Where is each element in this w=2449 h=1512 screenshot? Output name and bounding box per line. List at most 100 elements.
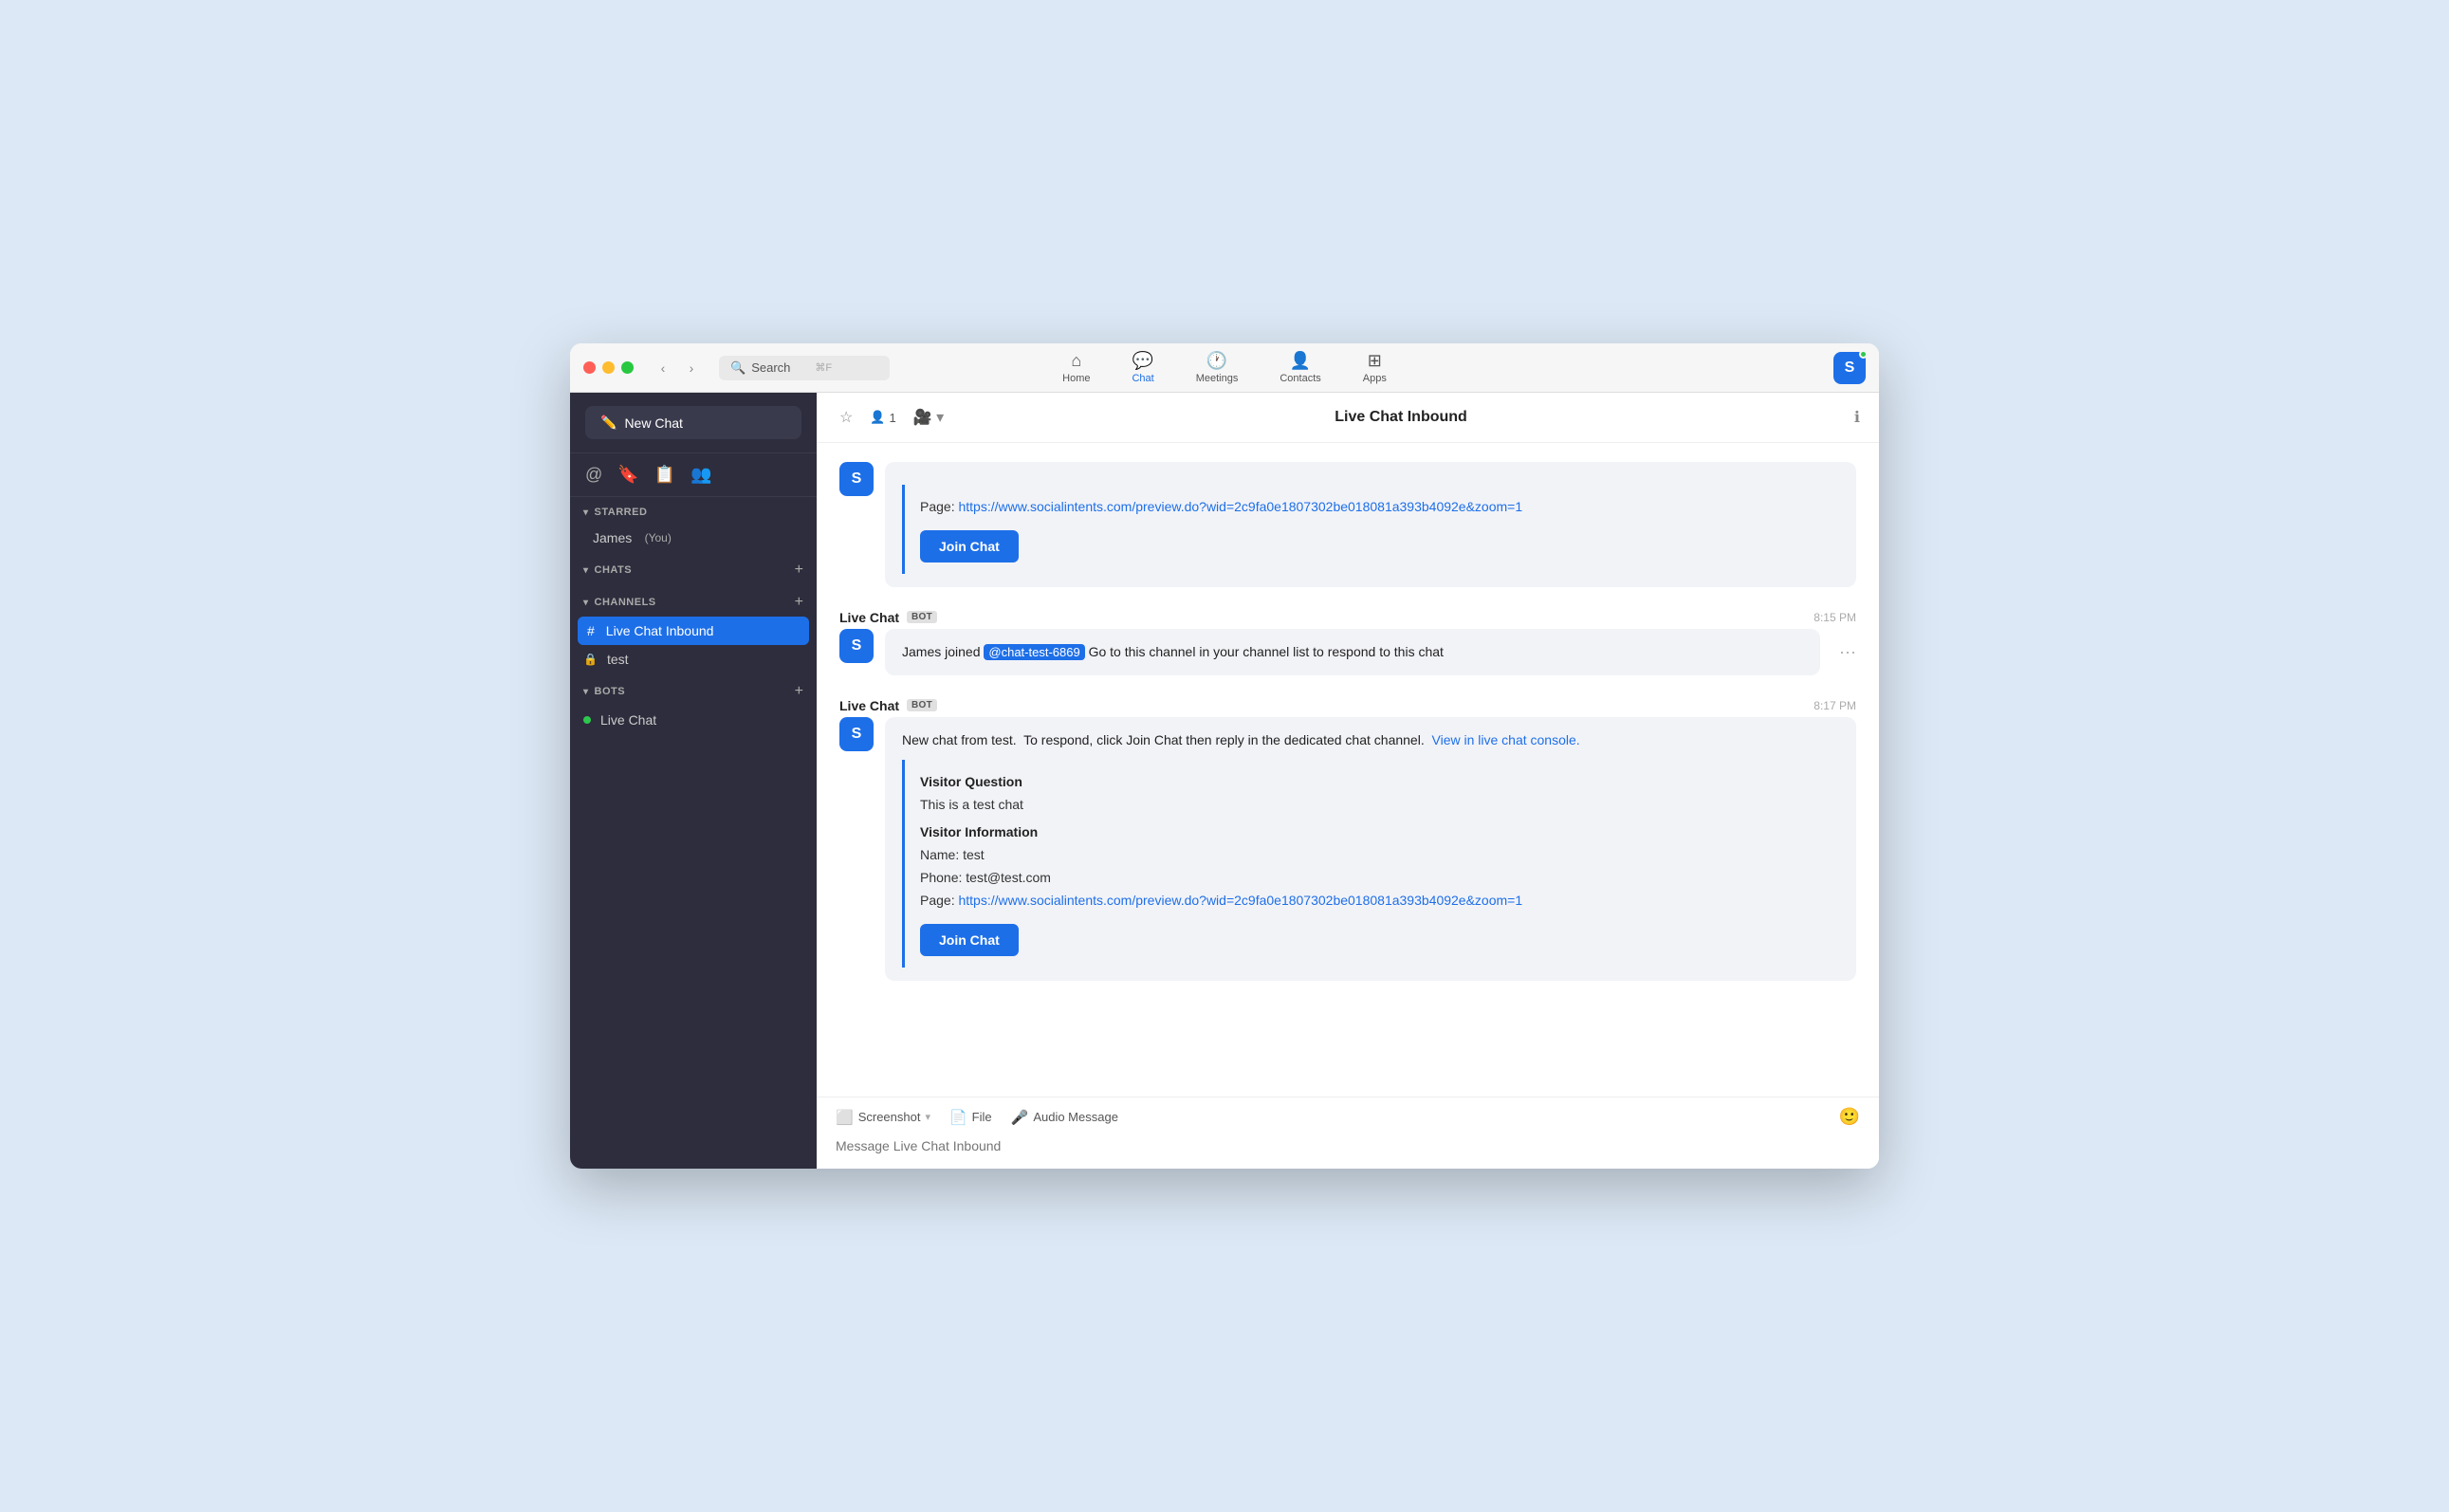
channels-chevron-icon: ▾ <box>583 598 589 608</box>
starred-section: ▾ STARRED James (You) <box>570 497 817 552</box>
audio-button[interactable]: 🎤 Audio Message <box>1011 1109 1118 1126</box>
sender-2: Live Chat <box>839 610 899 625</box>
nav-meetings-label: Meetings <box>1196 373 1239 384</box>
mentions-icon-btn[interactable]: @ <box>585 465 602 485</box>
search-bar[interactable]: 🔍 Search ⌘F <box>719 356 890 380</box>
contacts-icon: 👤 <box>1290 351 1311 371</box>
members-count[interactable]: 👤 1 <box>870 410 895 425</box>
message-block-2: Live Chat BOT 8:15 PM S James joined @ch… <box>839 610 1856 675</box>
channel-name: Live Chat Inbound <box>606 623 714 638</box>
video-button[interactable]: 🎥 ▾ <box>910 404 948 431</box>
screenshot-icon: ⬜ <box>836 1109 854 1126</box>
nav-chat[interactable]: 💬 Chat <box>1124 347 1161 388</box>
message-more-2[interactable]: ··· <box>1839 642 1856 662</box>
add-channel-button[interactable]: + <box>795 594 803 611</box>
threads-icon-btn[interactable]: 📋 <box>654 465 675 485</box>
screenshot-label: Screenshot <box>858 1110 921 1124</box>
maximize-button[interactable] <box>621 361 634 374</box>
bookmarks-icon-btn[interactable]: 🔖 <box>617 465 638 485</box>
minimize-button[interactable] <box>602 361 615 374</box>
page-url-3[interactable]: https://www.socialintents.com/preview.do… <box>958 893 1522 908</box>
chat-title: Live Chat Inbound <box>948 409 1854 426</box>
chat-icon: 💬 <box>1132 351 1153 371</box>
chat-header-left: ☆ 👤 1 🎥 ▾ <box>836 404 948 431</box>
chat-input[interactable] <box>836 1138 1860 1153</box>
message-content-3: New chat from test. To respond, click Jo… <box>885 717 1856 981</box>
chat-toolbar: ⬜ Screenshot ▾ 📄 File 🎤 Audio Message 🙂 <box>817 1097 1879 1133</box>
james-name: James <box>593 530 632 545</box>
nav-chat-label: Chat <box>1132 373 1153 384</box>
starred-item-james[interactable]: James (You) <box>570 524 817 552</box>
bots-section-header[interactable]: ▾ BOTS + <box>570 673 817 706</box>
bot-live-chat[interactable]: Live Chat <box>570 706 817 734</box>
page-label-3: Page: <box>920 893 955 908</box>
nav-arrows: ‹ › <box>651 356 704 380</box>
console-link[interactable]: View in live chat console. <box>1432 732 1580 747</box>
bot-avatar-3: S <box>839 717 874 751</box>
titlebar: ‹ › 🔍 Search ⌘F ⌂ Home 💬 Chat 🕐 Meetings… <box>570 343 1879 393</box>
forward-button[interactable]: › <box>679 356 704 380</box>
main-content: ✏️ New Chat @ 🔖 📋 👥 ▾ STARRED <box>570 393 1879 1169</box>
bot-online-dot <box>583 716 591 724</box>
info-button[interactable]: ℹ <box>1854 408 1860 427</box>
new-chat-button[interactable]: ✏️ New Chat <box>585 406 801 439</box>
channels-label: CHANNELS <box>595 597 656 608</box>
members-number: 1 <box>890 411 896 425</box>
emoji-button[interactable]: 🙂 <box>1839 1107 1860 1127</box>
back-button[interactable]: ‹ <box>651 356 675 380</box>
message-meta-2: Live Chat BOT 8:15 PM <box>839 610 1856 625</box>
nav-contacts[interactable]: 👤 Contacts <box>1272 347 1328 388</box>
chats-section: ▾ CHATS + <box>570 552 817 584</box>
sidebar-quick-actions: @ 🔖 📋 👥 <box>570 453 817 497</box>
message-block-1: S Page: https://www.socialintents.com/pr… <box>839 462 1856 587</box>
chat-input-area <box>817 1133 1879 1169</box>
page-url-1[interactable]: https://www.socialintents.com/preview.do… <box>958 499 1522 514</box>
star-button[interactable]: ☆ <box>836 404 856 431</box>
file-button[interactable]: 📄 File <box>949 1109 992 1126</box>
new-chat-label: New Chat <box>624 415 682 431</box>
sidebar-top: ✏️ New Chat <box>570 393 817 453</box>
visitor-question-label: Visitor Question <box>920 774 1022 789</box>
bots-chevron-icon: ▾ <box>583 687 589 697</box>
channels-section: ▾ CHANNELS + # Live Chat Inbound 🔒 test <box>570 584 817 673</box>
visitor-page: Page: https://www.socialintents.com/prev… <box>920 890 1824 913</box>
lock-icon: 🔒 <box>583 653 598 666</box>
audio-icon: 🎤 <box>1011 1109 1029 1126</box>
nav-meetings[interactable]: 🕐 Meetings <box>1188 347 1246 388</box>
channel-live-chat-inbound[interactable]: # Live Chat Inbound <box>578 617 809 645</box>
channel-test[interactable]: 🔒 test <box>570 645 817 673</box>
add-chat-button[interactable]: + <box>795 562 803 579</box>
titlebar-right: S <box>1833 352 1866 384</box>
nav-apps[interactable]: ⊞ Apps <box>1355 347 1394 388</box>
channels-section-header[interactable]: ▾ CHANNELS + <box>570 584 817 617</box>
meetings-icon: 🕐 <box>1206 351 1227 371</box>
visitor-info-label: Visitor Information <box>920 824 1038 839</box>
app-window: ‹ › 🔍 Search ⌘F ⌂ Home 💬 Chat 🕐 Meetings… <box>570 343 1879 1169</box>
audio-label: Audio Message <box>1033 1110 1118 1124</box>
join-chat-button-1[interactable]: Join Chat <box>920 530 1019 562</box>
page-label-1: Page: <box>920 499 958 514</box>
message-meta-3: Live Chat BOT 8:17 PM <box>839 698 1856 713</box>
message-bubble-2: James joined @chat-test-6869 Go to this … <box>885 629 1820 675</box>
starred-section-header[interactable]: ▾ STARRED <box>570 497 817 524</box>
close-button[interactable] <box>583 361 596 374</box>
add-bot-button[interactable]: + <box>795 683 803 700</box>
screenshot-button[interactable]: ⬜ Screenshot ▾ <box>836 1109 930 1126</box>
time-2: 8:15 PM <box>1814 611 1856 624</box>
message-text-2: James joined @chat-test-6869 Go to this … <box>902 642 1803 662</box>
online-dot <box>1859 350 1868 359</box>
message-row-2: S James joined @chat-test-6869 Go to thi… <box>839 629 1856 675</box>
message-block-3: Live Chat BOT 8:17 PM S New chat from te… <box>839 698 1856 981</box>
bot-badge-2: BOT <box>907 611 937 623</box>
bots-label: BOTS <box>595 686 626 697</box>
sender-3: Live Chat <box>839 698 899 713</box>
chats-section-header[interactable]: ▾ CHATS + <box>570 552 817 584</box>
people-icon-btn[interactable]: 👥 <box>691 465 711 485</box>
visitor-phone: Phone: test@test.com <box>920 867 1824 890</box>
new-chat-icon: ✏️ <box>600 415 617 431</box>
sidebar: ✏️ New Chat @ 🔖 📋 👥 ▾ STARRED <box>570 393 817 1169</box>
user-avatar[interactable]: S <box>1833 352 1866 384</box>
nav-home[interactable]: ⌂ Home <box>1055 347 1097 388</box>
join-chat-button-3[interactable]: Join Chat <box>920 924 1019 956</box>
message-content-1: Page: https://www.socialintents.com/prev… <box>885 462 1856 587</box>
